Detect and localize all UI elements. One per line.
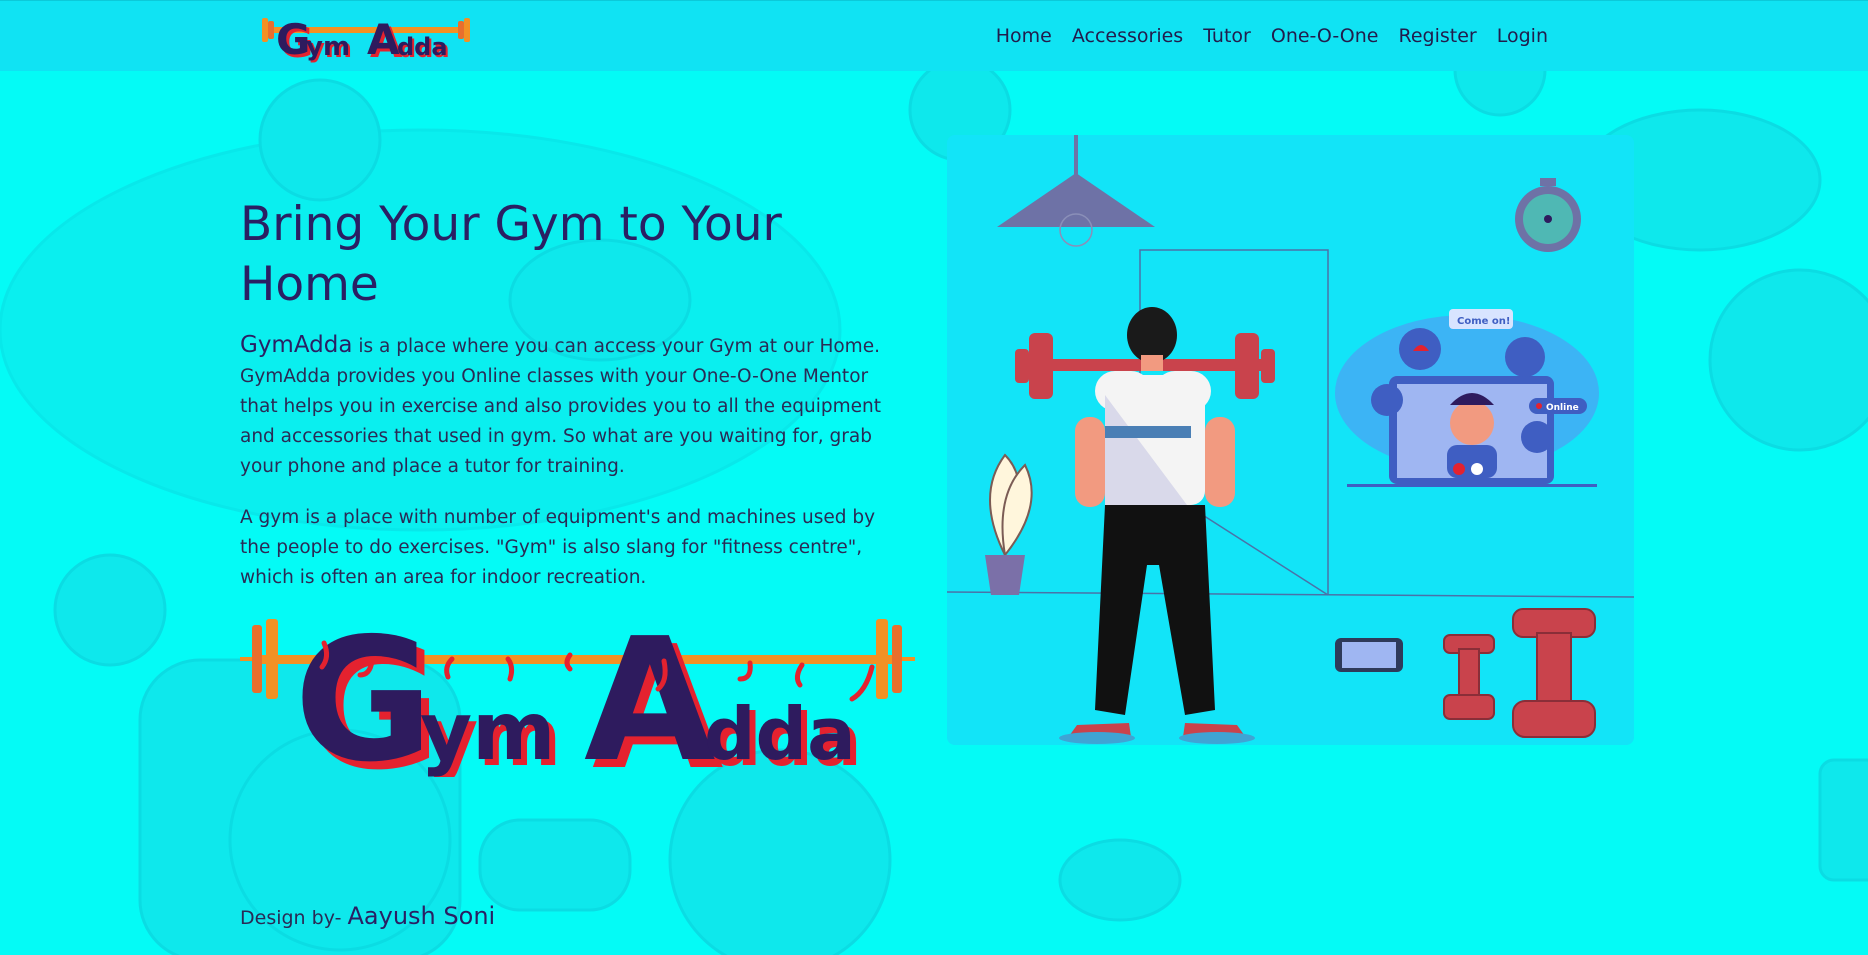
nav-tutor[interactable]: Tutor — [1193, 21, 1261, 51]
svg-text:A: A — [584, 607, 716, 777]
nav-home[interactable]: Home — [986, 21, 1062, 51]
home-workout-illustration: Come on! Online — [947, 135, 1634, 745]
credit-label: Design by- — [240, 907, 342, 929]
footer-credit: Design by- Aayush Soni — [240, 902, 495, 930]
svg-text:dda: dda — [397, 33, 448, 61]
svg-text:G: G — [294, 607, 434, 777]
hero-title: Bring Your Gym to Your Home — [240, 197, 782, 312]
brand-inline-name: GymAdda — [240, 332, 353, 358]
navbar: G G ym ym A A dda dda Home Accessories T… — [0, 0, 1868, 71]
nav-login[interactable]: Login — [1487, 21, 1558, 51]
svg-text:ym: ym — [420, 685, 556, 777]
svg-text:A: A — [367, 15, 400, 64]
svg-text:dda: dda — [704, 692, 856, 776]
nav-register[interactable]: Register — [1389, 21, 1487, 51]
author-name: Aayush Soni — [347, 902, 496, 930]
online-badge: Online — [1546, 403, 1579, 413]
brand-logo[interactable]: G G ym ym A A dda dda — [262, 5, 470, 65]
gymadda-big-logo: G G ym ym A A dda dda — [240, 607, 915, 777]
nav-one-o-one[interactable]: One-O-One — [1261, 21, 1389, 51]
svg-text:ym: ym — [306, 32, 350, 62]
nav-links: Home Accessories Tutor One-O-One Registe… — [986, 21, 1558, 51]
gym-description-paragraph: A gym is a place with number of equipmen… — [240, 507, 876, 588]
chat-bubble-text: Come on! — [1457, 316, 1510, 327]
smartphone-icon — [1335, 638, 1403, 672]
intro-paragraph: GymAdda is a place where you can access … — [240, 330, 910, 482]
nav-accessories[interactable]: Accessories — [1062, 21, 1193, 51]
